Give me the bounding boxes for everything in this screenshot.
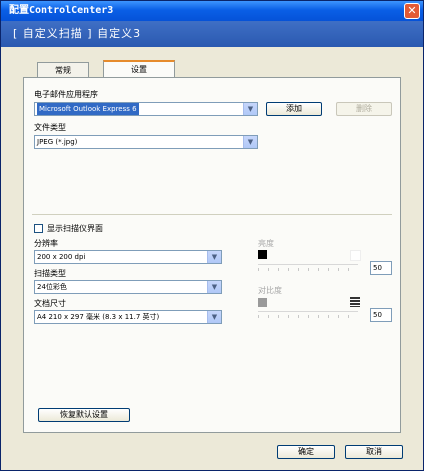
file-type-select[interactable]: JPEG (*.jpg) ▼ [34, 135, 258, 149]
contrast-value: 50 [373, 311, 382, 319]
chevron-down-icon: ▼ [243, 136, 257, 148]
tab-general[interactable]: 常规 [37, 62, 89, 77]
config-dialog: 配置ControlCenter3 ✕ [ 自定义扫描 ] 自定义3 常规 设置 … [0, 0, 424, 471]
settings-panel: 电子邮件应用程序 Microsoft Outlook Express 6 ▼ 添… [23, 77, 401, 433]
chevron-down-icon: ▼ [207, 281, 221, 293]
contrast-value-field[interactable]: 50 [370, 308, 392, 322]
file-type-label: 文件类型 [34, 123, 66, 132]
email-app-select[interactable]: Microsoft Outlook Express 6 ▼ [34, 102, 258, 116]
chevron-down-icon: ▼ [207, 311, 221, 323]
cancel-button[interactable]: 取消 [345, 445, 403, 459]
resolution-label: 分辨率 [34, 239, 58, 248]
brightness-ticks [258, 268, 358, 271]
breadcrumb-header: [ 自定义扫描 ] 自定义3 [1, 21, 423, 47]
contrast-ticks [258, 315, 358, 318]
contrast-label: 对比度 [258, 286, 282, 295]
resolution-value: 200 x 200 dpi [37, 253, 86, 261]
tab-general-label: 常规 [55, 66, 71, 75]
chevron-down-icon: ▼ [207, 251, 221, 263]
divider [32, 214, 392, 215]
chevron-down-icon: ▼ [243, 103, 257, 115]
brightness-value-field[interactable]: 50 [370, 261, 392, 275]
breadcrumb: [ 自定义扫描 ] 自定义3 [13, 27, 142, 40]
restore-defaults-button[interactable]: 恢复默认设置 [38, 408, 130, 422]
brightness-dark-icon [258, 250, 267, 259]
document-size-label: 文档尺寸 [34, 299, 66, 308]
file-type-value: JPEG (*.jpg) [37, 138, 78, 146]
ok-button[interactable]: 确定 [277, 445, 335, 459]
document-size-select[interactable]: A4 210 x 297 毫米 (8.3 x 11.7 英寸) ▼ [34, 310, 222, 324]
close-button[interactable]: ✕ [404, 3, 420, 19]
contrast-slider[interactable] [258, 311, 358, 312]
scan-type-label: 扫描类型 [34, 269, 66, 278]
resolution-select[interactable]: 200 x 200 dpi ▼ [34, 250, 222, 264]
brightness-value: 50 [373, 264, 382, 272]
show-scanner-ui-label: 显示扫描仪界面 [47, 224, 103, 233]
email-app-label: 电子邮件应用程序 [34, 90, 98, 99]
show-scanner-ui-checkbox[interactable] [34, 224, 43, 233]
add-button[interactable]: 添加 [266, 102, 322, 116]
brightness-label: 亮度 [258, 239, 274, 248]
scan-type-value: 24位彩色 [37, 283, 67, 291]
contrast-low-icon [258, 298, 267, 307]
scan-type-select[interactable]: 24位彩色 ▼ [34, 280, 222, 294]
window-title: 配置ControlCenter3 [9, 5, 114, 16]
contrast-high-icon [350, 297, 360, 307]
delete-button[interactable]: 删除 [336, 102, 392, 116]
brightness-slider[interactable] [258, 264, 358, 265]
tab-settings-label: 设置 [131, 65, 147, 74]
document-size-value: A4 210 x 297 毫米 (8.3 x 11.7 英寸) [37, 313, 160, 321]
brightness-light-icon [350, 250, 361, 261]
email-app-value: Microsoft Outlook Express 6 [37, 103, 139, 115]
tab-settings[interactable]: 设置 [103, 60, 175, 77]
title-bar[interactable]: 配置ControlCenter3 [1, 1, 423, 21]
